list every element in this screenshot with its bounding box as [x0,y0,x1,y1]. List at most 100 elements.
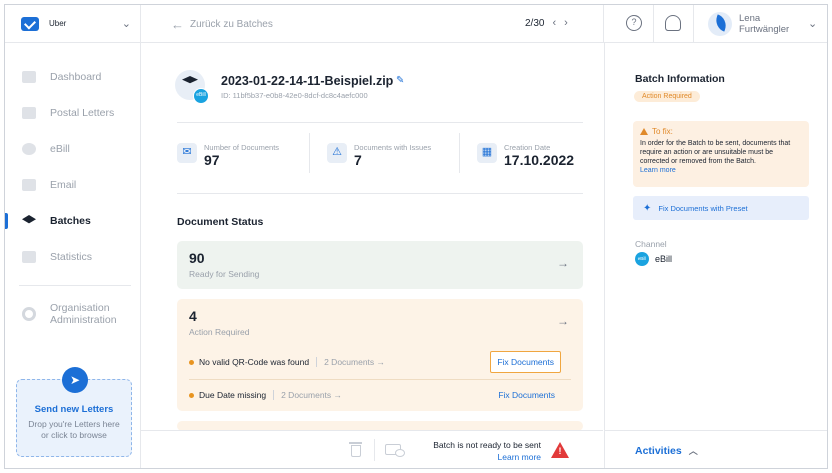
sidebar-item-label: Organisation Administration [50,302,117,326]
bell-icon[interactable] [665,15,681,31]
warning-icon: ! [551,442,569,458]
issue-row: No valid QR-Code was found 2 Documents →… [189,348,571,376]
pager-count: 2/30 [525,17,545,29]
upload-hint: Drop you're Letters here or click to brow… [17,419,131,441]
fix-with-preset-button[interactable]: ✦ Fix Documents with Preset [633,196,809,220]
app-window: Uber ⌄ Dashboard Postal Letters eBill Em… [4,4,828,469]
stat-documents-with-issues: ⚠ Documents with Issues 7 [327,135,467,175]
sidebar-item-email[interactable]: Email [5,167,141,203]
stat-label: Number of Documents [204,143,280,152]
sidebar-item-label: Postal Letters [50,107,115,119]
fix-hint-body: In order for the Batch to be sent, docum… [640,140,791,165]
issue-text: Due Date missing [199,390,267,400]
back-label: Zurück zu Batches [190,19,273,30]
warning-icon: ⚠ [327,143,347,163]
sidebar-item-organisation-administration[interactable]: Organisation Administration [5,296,141,332]
divider [189,379,571,380]
divider [693,5,694,43]
arrow-right-icon[interactable]: → [557,314,569,328]
back-link[interactable]: ← Zurück zu Batches [171,17,273,32]
divider [605,430,827,431]
divider [603,5,604,43]
chevron-left-icon[interactable]: ‹ [552,17,556,29]
batch-info-title: Batch Information [635,73,725,85]
divider [316,357,318,367]
issue-docs-link[interactable]: 2 Documents → [281,390,342,400]
stat-value: 7 [354,152,362,168]
activities-toggle[interactable]: Activities ︿ [635,444,698,457]
gear-icon [22,307,36,321]
upload-hint-line1: Drop you're Letters here [28,419,120,429]
upload-title: Send new Letters [34,404,114,415]
upload-hint-line2: or click to browse [41,430,107,440]
email-icon [22,179,36,191]
mail-preview-icon[interactable] [385,444,405,457]
fix-documents-button[interactable]: Fix Documents [492,385,561,405]
learn-more-link[interactable]: Learn more [427,452,541,462]
sidebar-item-label: Email [50,179,77,191]
divider [177,122,583,123]
warning-icon [640,128,648,135]
trash-icon[interactable] [349,442,362,457]
sidebar-item-ebill[interactable]: eBill [5,131,141,167]
topbar: ← Zurück zu Batches 2/30 ‹ › ? Lena Furt… [141,5,827,43]
batch-id: ID: 11bf5b37-e0b8-42e0-8dcf-dc8c4aefc000 [221,91,368,100]
upload-dropzone[interactable]: ➤ Send new Letters Drop you're Letters h… [16,367,132,457]
preset-label: Fix Documents with Preset [658,203,748,213]
pager: 2/30 ‹ › [525,17,568,29]
learn-more-link[interactable]: Learn more [640,166,802,175]
send-icon[interactable]: ➤ [62,367,88,393]
batch-status-text: Batch is not ready to be sent [433,440,541,450]
fix-documents-button[interactable]: Fix Documents [490,351,561,373]
action-count: 4 [189,308,197,324]
divider [309,133,310,173]
org-logo-icon [21,16,39,31]
batch-file-icon: eBill [175,70,209,104]
sidebar-item-dashboard[interactable]: Dashboard [5,59,141,95]
org-name: Uber [49,19,67,28]
divider [374,439,375,461]
status-card-action-required: 4 Action Required → No valid QR-Code was… [177,299,583,411]
envelope-icon: ✉ [177,143,197,163]
batches-icon [182,76,198,84]
sidebar-nav: Dashboard Postal Letters eBill Email Bat… [5,59,141,332]
letter-icon [22,107,36,119]
stat-label: Documents with Issues [354,143,432,152]
status-card-ready[interactable]: 90 Ready for Sending → [177,241,583,289]
issue-docs-link[interactable]: 2 Documents → [324,357,385,367]
batch-info-panel: Batch Information Action Required To fix… [604,43,827,468]
stat-number-of-documents: ✉ Number of Documents 97 [177,135,317,175]
sidebar-item-postal-letters[interactable]: Postal Letters [5,95,141,131]
sidebar-item-label: eBill [50,143,70,155]
help-icon[interactable]: ? [626,15,642,31]
channel-name: eBill [655,254,673,264]
chevron-up-icon: ︿ [688,446,698,456]
admin-label-line2: Administration [50,314,117,326]
calendar-icon: ▦ [477,143,497,163]
fix-hint-title: To fix: [652,127,673,136]
status-dot [189,392,194,398]
user-first-name: Lena [739,13,761,24]
arrow-right-icon[interactable]: → [557,256,569,270]
ready-count: 90 [189,250,205,266]
sidebar-item-statistics[interactable]: Statistics [5,239,141,275]
stat-value: 17.10.2022 [504,152,575,168]
sidebar: Uber ⌄ Dashboard Postal Letters eBill Em… [5,5,141,468]
status-badge: Action Required [634,91,700,102]
ebill-icon [22,143,36,155]
batch-file-name: 2023-01-22-14-11-Beispiel.zip [221,74,394,88]
nav-divider [19,285,131,286]
batches-icon [22,215,36,224]
magic-wand-icon: ✦ [643,202,652,214]
chevron-right-icon[interactable]: › [564,17,568,29]
chevron-down-icon[interactable]: ⌄ [122,17,131,30]
pencil-icon[interactable]: ✎ [396,75,404,86]
sidebar-item-batches[interactable]: Batches [5,203,141,239]
status-dot [189,359,194,365]
activities-label: Activities [635,444,682,457]
user-name[interactable]: Lena Furtwängler [739,13,789,35]
channel-value: eBill eBill [635,252,672,266]
org-switcher[interactable]: Uber ⌄ [5,5,141,43]
chevron-down-icon[interactable]: ⌄ [808,17,817,30]
avatar[interactable] [708,12,732,36]
